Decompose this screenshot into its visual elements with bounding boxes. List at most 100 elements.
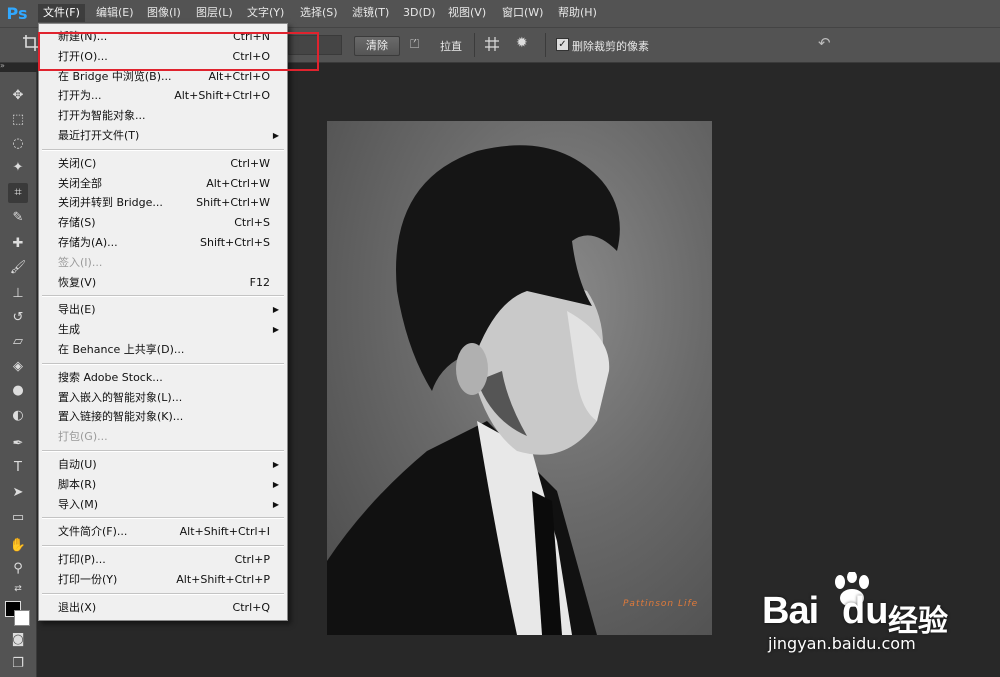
menu-item[interactable]: 窗口(W) [497, 4, 548, 22]
menu-item[interactable]: 视图(V) [443, 4, 491, 22]
file-menu-item[interactable]: 关闭并转到 Bridge... Shift+Ctrl+W [39, 193, 287, 212]
menu-item-label: 文件简介(F)... [58, 525, 128, 539]
menu-item-label: 导入(M) [58, 497, 99, 511]
file-menu-item[interactable]: 生成 ▶ [39, 320, 287, 339]
menu-item-shortcut: Shift+Ctrl+W [196, 196, 270, 210]
menu-item[interactable]: 3D(D) [398, 4, 441, 22]
menu-item-shortcut: Alt+Shift+Ctrl+O [174, 89, 270, 103]
file-menu-item[interactable]: 关闭(C) Ctrl+W [39, 154, 287, 173]
menu-item[interactable]: 文件(F) [38, 4, 85, 22]
file-menu-item[interactable]: 导入(M) ▶ [39, 495, 287, 514]
file-menu-item[interactable]: 置入嵌入的智能对象(L)... [39, 388, 287, 407]
brush-tool-icon[interactable]: 🖌 [8, 258, 28, 278]
menu-item[interactable]: 滤镜(T) [347, 4, 394, 22]
file-menu-item[interactable]: 打开为... Alt+Shift+Ctrl+O [39, 86, 287, 105]
file-menu-item: 签入(I)... [39, 253, 287, 272]
menu-item-label: 存储(S) [58, 216, 96, 230]
menu-item-shortcut: Ctrl+Q [232, 600, 270, 614]
file-menu-item[interactable]: 关闭全部 Alt+Ctrl+W [39, 174, 287, 193]
file-menu-item[interactable]: 打开为智能对象... [39, 106, 287, 125]
file-menu-item[interactable]: 自动(U) ▶ [39, 455, 287, 474]
menu-item[interactable]: 帮助(H) [553, 4, 602, 22]
marquee-tool-icon[interactable]: ⬚ [8, 110, 28, 130]
file-menu-item[interactable]: 打印一份(Y) Alt+Shift+Ctrl+P [39, 570, 287, 589]
screen-mode-icon[interactable]: ❐ [8, 654, 28, 674]
menu-item-label: 自动(U) [58, 458, 97, 471]
gear-icon[interactable]: ✹ [516, 35, 528, 51]
file-menu-item[interactable]: 存储(S) Ctrl+S [39, 213, 287, 232]
separator [545, 33, 546, 57]
paint-bucket-tool-icon[interactable]: ◈ [8, 357, 28, 377]
straighten-icon[interactable]: ⏍ [410, 37, 428, 53]
file-menu-item[interactable]: 导出(E) ▶ [39, 300, 287, 319]
quick-mask-icon[interactable]: ◙ [8, 630, 28, 650]
file-menu-item[interactable]: 打印(P)... Ctrl+P [39, 550, 287, 569]
rectangle-tool-icon[interactable]: ▭ [8, 508, 28, 528]
straighten-button[interactable]: 拉直 [440, 38, 462, 54]
blur-tool-icon[interactable]: ● [8, 381, 28, 401]
menu-item-shortcut: Alt+Shift+Ctrl+I [179, 525, 270, 539]
tools-panel: ✥ ⬚ ◌ ✦ ⌗ ✎ ✚ 🖌 ⊥ ↺ ▱ ◈ ● ◐ ✒ T ➤ ▭ ✋ ⚲ … [0, 72, 37, 677]
menu-item-label: 置入嵌入的智能对象(L)... [58, 390, 183, 404]
delete-cropped-label: 删除裁剪的像素 [572, 40, 649, 53]
document-canvas[interactable]: Pattinson Life [327, 121, 712, 635]
path-selection-tool-icon[interactable]: ➤ [8, 483, 28, 503]
menu-item[interactable]: 图像(I) [142, 4, 186, 22]
file-menu-item: 打包(G)... [39, 427, 287, 446]
file-menu-item[interactable]: 脚本(R) ▶ [39, 475, 287, 494]
overlay-grid-icon[interactable] [484, 36, 500, 52]
separator [474, 33, 475, 57]
eyedropper-tool-icon[interactable]: ✎ [8, 208, 28, 228]
menu-item-shortcut: Alt+Shift+Ctrl+P [176, 573, 270, 586]
menu-item[interactable]: 图层(L) [191, 4, 238, 22]
delete-cropped-checkbox[interactable]: ✓ [556, 38, 569, 51]
crop-tool-icon[interactable]: ⌗ [8, 183, 28, 203]
menu-item-label: 在 Behance 上共享(D)... [58, 343, 185, 356]
reset-icon[interactable]: ↶ [818, 34, 831, 52]
menu-item-label: 存储为(A)... [58, 236, 118, 249]
menu-item[interactable]: 编辑(E) [91, 4, 139, 22]
healing-brush-tool-icon[interactable]: ✚ [8, 234, 28, 254]
menu-item-label: 打包(G)... [58, 430, 108, 444]
zoom-tool-icon[interactable]: ⚲ [8, 559, 28, 579]
clear-button[interactable]: 清除 [354, 36, 400, 56]
file-menu-item[interactable]: 搜索 Adobe Stock... [39, 368, 287, 387]
submenu-arrow-icon: ▶ [272, 131, 279, 140]
file-menu-item[interactable]: 在 Behance 上共享(D)... [39, 340, 287, 359]
lasso-tool-icon[interactable]: ◌ [8, 134, 28, 154]
file-menu-item[interactable]: 置入链接的智能对象(K)... [39, 407, 287, 426]
background-color-swatch[interactable] [14, 610, 30, 626]
menu-item[interactable]: 选择(S) [295, 4, 343, 22]
eraser-tool-icon[interactable]: ▱ [8, 332, 28, 352]
menu-item-shortcut: Ctrl+W [230, 156, 270, 170]
file-menu-item[interactable]: 最近打开文件(T) ▶ [39, 126, 287, 145]
menu-item-label: 打开为智能对象... [58, 109, 146, 123]
file-menu-item[interactable]: 文件简介(F)... Alt+Shift+Ctrl+I [39, 522, 287, 541]
menu-item-shortcut: Alt+Ctrl+W [206, 176, 270, 190]
panel-collapse-icon[interactable]: » [0, 62, 10, 70]
stamp-tool-icon[interactable]: ⊥ [8, 284, 28, 304]
menu-item-label: 脚本(R) [58, 477, 97, 491]
type-tool-icon[interactable]: T [8, 458, 28, 478]
magic-wand-tool-icon[interactable]: ✦ [8, 158, 28, 178]
swap-colors-icon[interactable]: ⇄ [8, 579, 28, 599]
menu-item[interactable]: 文字(Y) [242, 4, 289, 22]
menu-separator [42, 517, 284, 520]
menu-item-label: 退出(X) [58, 600, 97, 614]
menu-item-label: 导出(E) [58, 303, 96, 317]
menu-separator [42, 450, 284, 452]
menu-item-label: 打开为... [58, 89, 102, 103]
hand-tool-icon[interactable]: ✋ [8, 536, 28, 556]
file-menu-item[interactable]: 存储为(A)... Shift+Ctrl+S [39, 233, 287, 252]
watermark-brand-du: du [842, 590, 889, 632]
pen-tool-icon[interactable]: ✒ [8, 434, 28, 454]
move-tool-icon[interactable]: ✥ [8, 86, 28, 106]
menu-item-label: 搜索 Adobe Stock... [58, 370, 163, 384]
file-menu-item[interactable]: 恢复(V) F12 [39, 273, 287, 292]
history-brush-tool-icon[interactable]: ↺ [8, 308, 28, 328]
file-menu-item[interactable]: 退出(X) Ctrl+Q [39, 598, 287, 617]
dodge-tool-icon[interactable]: ◐ [8, 406, 28, 426]
red-highlight-annotation [38, 32, 319, 71]
menu-separator [42, 545, 284, 548]
menu-separator [42, 362, 284, 365]
